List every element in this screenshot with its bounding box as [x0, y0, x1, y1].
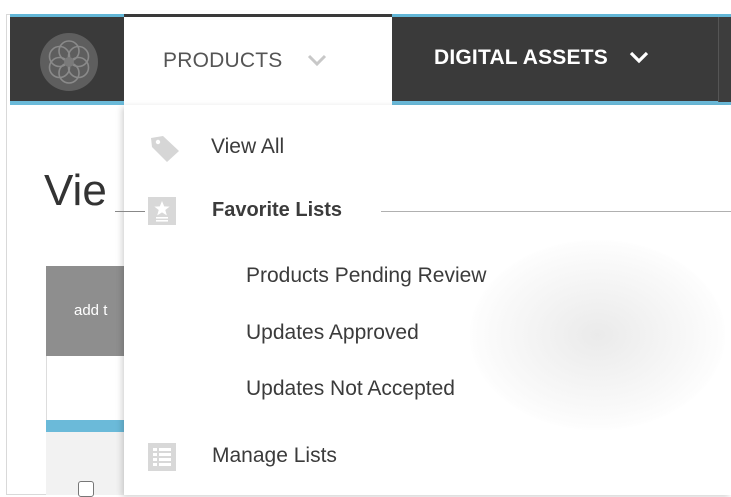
page-title: Vie [44, 166, 107, 215]
favorite-list-item[interactable]: Products Pending Review [246, 264, 486, 288]
nav-tab-digital-assets-label: DIGITAL ASSETS [434, 46, 608, 69]
nav-tab-products[interactable]: PRODUCTS [124, 14, 392, 105]
nav-tab-digital-assets[interactable]: DIGITAL ASSETS [392, 14, 718, 102]
star-list-icon [147, 196, 177, 231]
nav-tab-products-label: PRODUCTS [163, 49, 283, 72]
table-row [46, 356, 127, 421]
table-accent-bar [46, 420, 126, 432]
menu-section-favorite-lists[interactable]: Favorite Lists [212, 199, 342, 222]
tree-connector [115, 211, 145, 212]
flower-logo-icon[interactable] [40, 33, 98, 91]
tag-icon [149, 134, 183, 169]
favorite-list-item[interactable]: Updates Not Accepted [246, 377, 455, 401]
chevron-down-icon [628, 46, 650, 70]
menu-item-manage-lists[interactable]: Manage Lists [212, 444, 337, 468]
table-header: add t [46, 266, 126, 356]
menu-item-view-all[interactable]: View All [211, 135, 284, 159]
background-blur [470, 240, 725, 430]
chevron-down-icon [306, 49, 328, 73]
table-header-label: add t [74, 302, 108, 319]
section-divider [381, 211, 731, 212]
list-icon [147, 442, 177, 477]
nav-tab-next[interactable] [719, 17, 731, 102]
favorite-list-item[interactable]: Updates Approved [246, 321, 419, 345]
